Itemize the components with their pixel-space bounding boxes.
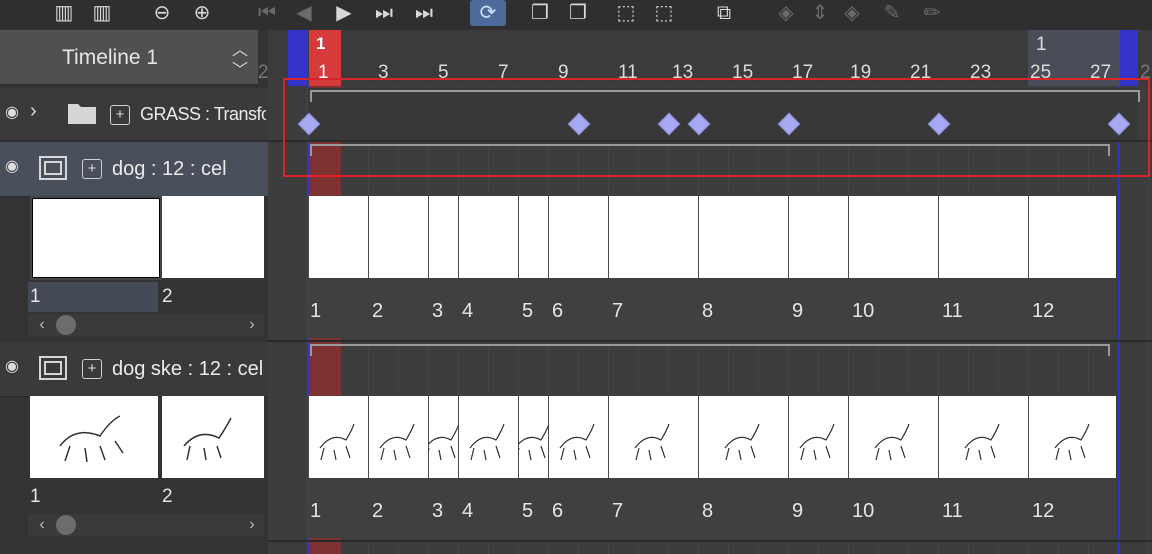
- delete-cel-icon[interactable]: ⬚: [652, 0, 676, 26]
- timeline-toolbar: ▥ ▥ ⊖ ⊕ ⏮ ◀ ▶ ⏭ ⏭ ⟳ ❐ ❐ ⬚ ⬚ ⧉ ◈ ⇕ ◈ ✎ ✏: [0, 0, 1152, 30]
- zoom-in-icon[interactable]: ⊕: [190, 0, 214, 26]
- thumb-number: 1: [30, 486, 41, 507]
- layer-row-dog[interactable]: ◉ + dog : 12 : cel: [0, 142, 268, 197]
- specify-cel-icon[interactable]: ⬚: [614, 0, 638, 26]
- play-icon[interactable]: ▶: [332, 0, 356, 26]
- thumb-number: 2: [162, 486, 173, 507]
- layer-name: dog : 12 : cel: [112, 158, 227, 180]
- scroll-left-icon[interactable]: ‹: [30, 314, 54, 336]
- previous-frame-icon[interactable]: ◀: [292, 0, 316, 26]
- dog-sketch-thumbnail: [59, 415, 124, 463]
- add-layer-icon[interactable]: ▥: [90, 0, 114, 26]
- pencil-icon[interactable]: ✏: [920, 0, 944, 26]
- eye-icon[interactable]: ◉: [0, 156, 24, 176]
- folder-icon: [68, 104, 96, 124]
- plus-icon[interactable]: +: [82, 159, 102, 179]
- new-timeline-icon[interactable]: ▥: [52, 0, 76, 26]
- eye-icon[interactable]: ◉: [0, 356, 24, 376]
- timeline-selector[interactable]: Timeline 1 ︿ ﹀: [0, 30, 258, 85]
- cel-thumbnail[interactable]: [162, 396, 264, 478]
- chevron-down-icon[interactable]: ﹀: [230, 56, 250, 79]
- scroll-right-icon[interactable]: ›: [240, 514, 264, 536]
- loop-icon[interactable]: ⟳: [470, 0, 506, 26]
- timeline-grid[interactable]: [268, 86, 1152, 554]
- animation-folder-icon: [39, 356, 67, 380]
- cel-thumbnail[interactable]: [162, 196, 264, 278]
- last-frame-icon[interactable]: ⏭: [412, 0, 436, 26]
- scroll-right-icon[interactable]: ›: [240, 314, 264, 336]
- first-frame-icon[interactable]: ⏮: [255, 0, 279, 26]
- eye-icon[interactable]: ◉: [0, 102, 24, 122]
- add-cel-icon[interactable]: ❐: [566, 0, 590, 26]
- layer-name: GRASS : Transform: [140, 104, 266, 124]
- thumb-number: 2: [162, 286, 173, 307]
- dog-sketch-thumbnail: [183, 417, 232, 461]
- expand-arrow-icon[interactable]: ›: [30, 100, 54, 123]
- layer-name: dog ske : 12 : cel: [112, 358, 264, 380]
- keyframe-chevron-icon[interactable]: ⇕: [808, 0, 832, 26]
- keyframe-icon[interactable]: ◈: [774, 0, 798, 26]
- plus-icon[interactable]: +: [110, 105, 130, 125]
- edit-icon[interactable]: ✎: [880, 0, 904, 26]
- thumb-number: 1: [30, 286, 41, 307]
- plus-icon[interactable]: +: [82, 359, 102, 379]
- layer-row-grass[interactable]: ◉ › + GRASS : Transform: [0, 88, 268, 141]
- cel-thumbnail[interactable]: [30, 396, 158, 478]
- chevron-up-icon[interactable]: ︿: [230, 36, 250, 59]
- thumb-selected-bg: [28, 282, 158, 312]
- scroll-knob[interactable]: [56, 515, 76, 535]
- zoom-out-icon[interactable]: ⊖: [150, 0, 174, 26]
- scroll-left-icon[interactable]: ‹: [30, 514, 54, 536]
- scroll-knob[interactable]: [56, 315, 76, 335]
- layer-row-dog-ske[interactable]: ◉ + dog ske : 12 : cel: [0, 342, 268, 397]
- next-frame-icon[interactable]: ⏭: [372, 0, 396, 26]
- animation-folder-icon: [39, 156, 67, 180]
- frame-ruler[interactable]: [268, 30, 1152, 86]
- cel-thumbnail[interactable]: [30, 196, 162, 280]
- new-cel-icon[interactable]: ❐: [528, 0, 552, 26]
- timeline-name: Timeline 1: [62, 46, 159, 69]
- delete-keyframe-icon[interactable]: ◈: [840, 0, 864, 26]
- onion-skin-icon[interactable]: ⧉: [712, 0, 736, 26]
